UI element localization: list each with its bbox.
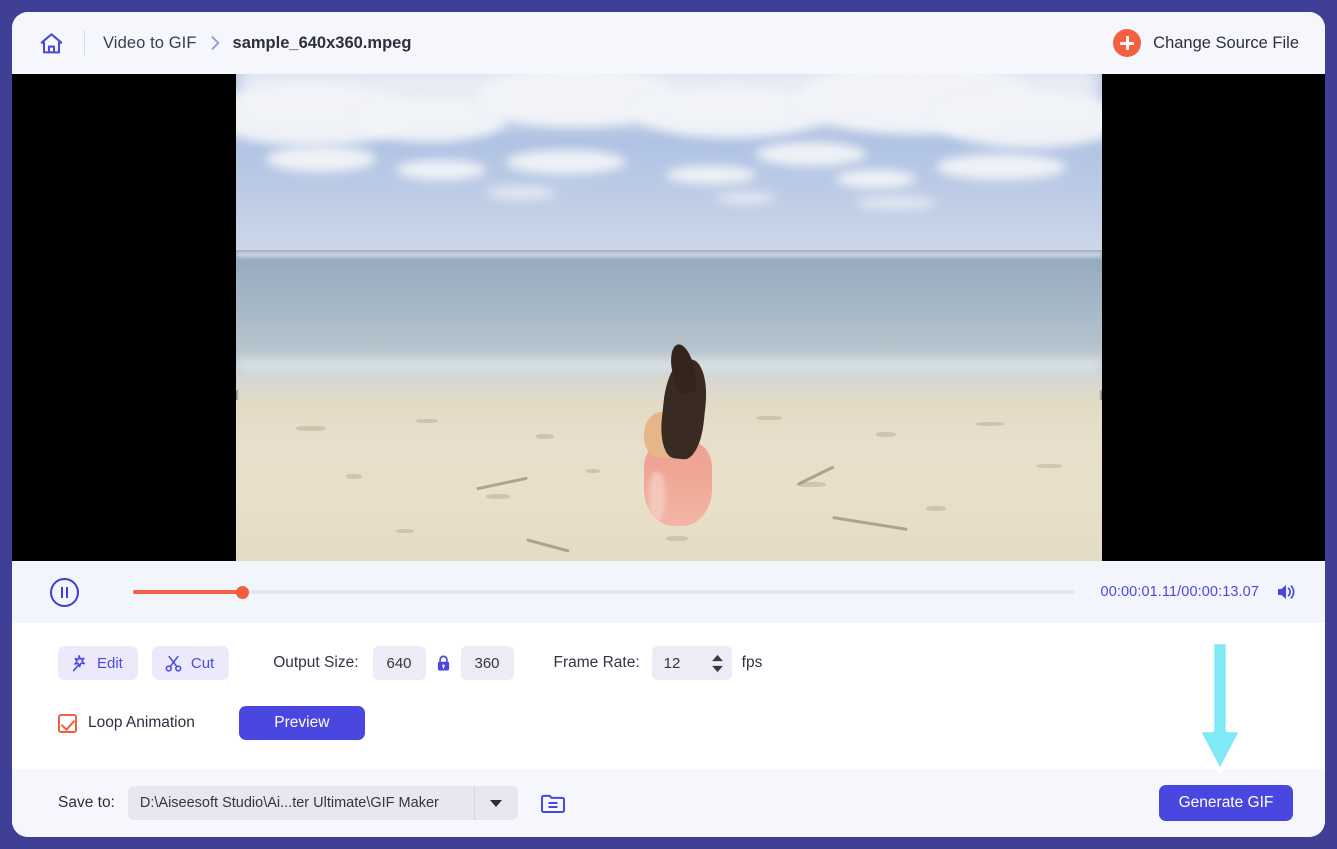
spinner-arrows-icon[interactable]	[711, 654, 724, 673]
seek-fill	[133, 590, 243, 594]
header-divider	[84, 30, 85, 56]
chevron-down-icon	[490, 799, 503, 807]
fps-unit-label: fps	[741, 654, 763, 671]
generate-gif-button[interactable]: Generate GIF	[1159, 785, 1293, 821]
settings-row-loop: Loop Animation Preview	[58, 695, 1299, 751]
output-height-input[interactable]: 360	[460, 646, 514, 680]
browse-folder-button[interactable]	[540, 792, 566, 815]
seek-track	[133, 590, 1075, 594]
video-cloud	[715, 192, 776, 204]
aspect-lock-button[interactable]	[435, 654, 452, 673]
pause-icon-bar	[66, 586, 69, 598]
loop-animation-checkbox[interactable]	[58, 713, 77, 733]
video-cloud	[265, 146, 376, 172]
cut-label: Cut	[190, 654, 215, 672]
video-cloud	[505, 150, 626, 174]
sand-speckle	[925, 506, 946, 511]
home-icon	[40, 32, 62, 53]
frame-rate-input[interactable]: 12	[651, 646, 732, 680]
cut-button[interactable]: Cut	[151, 646, 230, 680]
settings-panel: Edit Cut Output Size: 640 360 Frame Rate…	[12, 623, 1325, 769]
breadcrumb-filename: sample_640x360.mpeg	[232, 33, 412, 52]
person-dress-highlight	[648, 472, 665, 520]
output-width-input[interactable]: 640	[372, 646, 426, 680]
sand-speckle	[415, 419, 438, 423]
sand-speckle	[665, 536, 688, 541]
change-source-file-button[interactable]: Change Source File	[1113, 29, 1299, 57]
edit-button[interactable]: Edit	[58, 646, 138, 680]
sand-speckle	[755, 416, 782, 420]
sand-speckle	[1035, 464, 1062, 468]
footer-bar: Save to: D:\Aiseesoft Studio\Ai...ter Ul…	[12, 769, 1325, 837]
video-cloud	[835, 170, 916, 188]
volume-icon	[1278, 585, 1295, 599]
sand-speckle	[585, 469, 600, 473]
folder-icon	[540, 794, 565, 813]
video-cloud	[855, 196, 936, 210]
edit-label: Edit	[97, 654, 123, 672]
seek-slider[interactable]	[133, 585, 1075, 599]
loop-animation-label: Loop Animation	[88, 714, 195, 731]
frame-rate-value: 12	[663, 654, 681, 672]
header-bar: Video to GIF sample_640x360.mpeg Change …	[12, 12, 1325, 74]
magic-wand-icon	[72, 654, 86, 671]
breadcrumb-root[interactable]: Video to GIF	[103, 34, 197, 53]
sand-speckle	[535, 434, 554, 439]
video-cloud	[665, 166, 756, 184]
player-control-bar: 00:00:01.11/00:00:13.07	[12, 561, 1325, 623]
save-path-dropdown-button[interactable]	[473, 786, 518, 820]
seek-handle[interactable]	[235, 585, 249, 599]
settings-row-output: Edit Cut Output Size: 640 360 Frame Rate…	[58, 641, 1299, 685]
save-to-label: Save to:	[58, 794, 115, 811]
video-cloud	[755, 142, 866, 166]
plus-circle-icon	[1113, 29, 1142, 57]
scissors-icon	[165, 655, 182, 672]
sand-speckle	[345, 474, 362, 479]
frame-rate-label: Frame Rate:	[553, 654, 640, 671]
pause-icon-bar	[60, 586, 63, 598]
home-button[interactable]	[32, 24, 70, 62]
sand-speckle	[875, 432, 896, 437]
volume-button[interactable]	[1275, 581, 1299, 603]
sand-speckle	[975, 422, 1004, 426]
pause-button[interactable]	[50, 577, 79, 607]
video-surf-foam	[235, 360, 1102, 372]
save-path-text: D:\Aiseesoft Studio\Ai...ter Ultimate\GI…	[139, 795, 439, 811]
video-cloud	[395, 160, 486, 180]
sand-speckle	[395, 529, 414, 533]
video-frame	[235, 74, 1102, 561]
video-cloud	[935, 154, 1066, 180]
change-source-label: Change Source File	[1153, 33, 1299, 52]
preview-button[interactable]: Preview	[238, 706, 365, 740]
output-size-label: Output Size:	[273, 654, 359, 671]
video-surf-line	[235, 252, 1102, 257]
time-display: 00:00:01.11/00:00:13.07	[1100, 584, 1259, 600]
lock-icon	[437, 655, 449, 670]
save-path-combobox[interactable]: D:\Aiseesoft Studio\Ai...ter Ultimate\GI…	[127, 786, 518, 820]
video-cloud	[485, 186, 556, 200]
chevron-right-icon	[205, 33, 225, 53]
sand-speckle	[485, 494, 510, 499]
video-preview-area[interactable]	[12, 74, 1325, 561]
sand-speckle	[295, 426, 326, 431]
app-window: Video to GIF sample_640x360.mpeg Change …	[12, 12, 1325, 837]
